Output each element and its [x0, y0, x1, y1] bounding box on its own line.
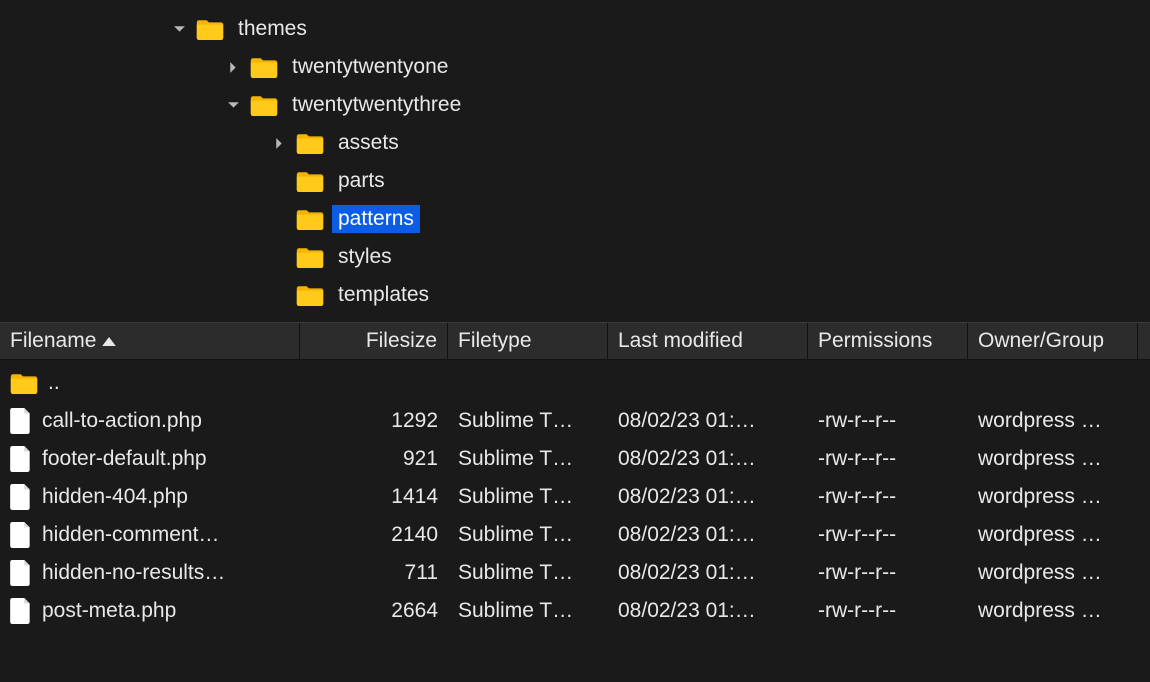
file-icon — [10, 522, 32, 548]
chevron-down-icon[interactable] — [170, 20, 188, 38]
tree-folder[interactable]: styles — [0, 238, 1150, 276]
directory-tree: themes twentytwentyone twentytwentythree a… — [0, 0, 1150, 322]
tree-label: themes — [232, 15, 313, 43]
tree-folder[interactable]: parts — [0, 162, 1150, 200]
folder-icon — [296, 170, 324, 192]
folder-icon — [250, 56, 278, 78]
tree-folder-themes[interactable]: themes — [0, 10, 1150, 48]
file-owner: wordpress … — [968, 409, 1138, 433]
file-owner: wordpress … — [968, 599, 1138, 623]
file-size: 711 — [300, 561, 448, 585]
tree-label: styles — [332, 243, 398, 271]
tree-folder[interactable]: assets — [0, 124, 1150, 162]
file-name: hidden-no-results… — [42, 561, 225, 585]
column-header-filename[interactable]: Filename — [0, 323, 300, 359]
parent-dir-label: .. — [48, 371, 60, 395]
file-owner: wordpress … — [968, 561, 1138, 585]
folder-icon — [296, 284, 324, 306]
tree-label: templates — [332, 281, 435, 309]
column-label: Owner/Group — [978, 329, 1104, 353]
folder-icon — [10, 372, 38, 394]
file-row[interactable]: hidden-no-results… 711Sublime T…08/02/23 … — [0, 554, 1150, 592]
folder-icon — [296, 208, 324, 230]
file-row[interactable]: post-meta.php 2664Sublime T…08/02/23 01:…… — [0, 592, 1150, 630]
tree-label: twentytwentythree — [286, 91, 467, 119]
column-label: Last modified — [618, 329, 743, 353]
file-type: Sublime T… — [448, 447, 608, 471]
tree-folder[interactable]: twentytwentyone — [0, 48, 1150, 86]
file-table-header: Filename Filesize Filetype Last modified… — [0, 322, 1150, 360]
file-permissions: -rw-r--r-- — [808, 409, 968, 433]
file-type: Sublime T… — [448, 485, 608, 509]
column-header-owner-group[interactable]: Owner/Group — [968, 323, 1138, 359]
file-icon — [10, 484, 32, 510]
tree-label: parts — [332, 167, 391, 195]
tree-label: patterns — [332, 205, 420, 233]
chevron-right-icon[interactable] — [224, 58, 242, 76]
file-icon — [10, 408, 32, 434]
file-icon — [10, 560, 32, 586]
file-owner: wordpress … — [968, 447, 1138, 471]
file-modified: 08/02/23 01:… — [608, 409, 808, 433]
file-size: 2664 — [300, 599, 448, 623]
file-permissions: -rw-r--r-- — [808, 485, 968, 509]
tree-folder[interactable]: templates — [0, 276, 1150, 314]
folder-icon — [296, 132, 324, 154]
file-modified: 08/02/23 01:… — [608, 447, 808, 471]
file-type: Sublime T… — [448, 599, 608, 623]
tree-label: twentytwentyone — [286, 53, 454, 81]
parent-directory-row[interactable]: .. — [0, 364, 1150, 402]
file-row[interactable]: call-to-action.php 1292Sublime T…08/02/23… — [0, 402, 1150, 440]
file-name: call-to-action.php — [42, 409, 202, 433]
chevron-down-icon[interactable] — [224, 96, 242, 114]
file-permissions: -rw-r--r-- — [808, 561, 968, 585]
file-name: hidden-comment… — [42, 523, 219, 547]
file-icon — [10, 446, 32, 472]
column-label: Filename — [10, 329, 96, 353]
column-label: Filetype — [458, 329, 532, 353]
sort-ascending-icon — [102, 337, 116, 346]
file-size: 2140 — [300, 523, 448, 547]
file-name: post-meta.php — [42, 599, 176, 623]
tree-folder[interactable]: patterns — [0, 200, 1150, 238]
file-list: .. call-to-action.php1292Sublime T…08/02… — [0, 360, 1150, 630]
file-row[interactable]: footer-default.php 921Sublime T…08/02/23 … — [0, 440, 1150, 478]
file-modified: 08/02/23 01:… — [608, 485, 808, 509]
file-row[interactable]: hidden-404.php 1414Sublime T…08/02/23 01:… — [0, 478, 1150, 516]
file-icon — [10, 598, 32, 624]
file-type: Sublime T… — [448, 409, 608, 433]
column-header-permissions[interactable]: Permissions — [808, 323, 968, 359]
file-type: Sublime T… — [448, 523, 608, 547]
file-size: 921 — [300, 447, 448, 471]
column-label: Permissions — [818, 329, 932, 353]
file-permissions: -rw-r--r-- — [808, 523, 968, 547]
file-permissions: -rw-r--r-- — [808, 447, 968, 471]
column-header-filetype[interactable]: Filetype — [448, 323, 608, 359]
file-modified: 08/02/23 01:… — [608, 523, 808, 547]
column-header-filesize[interactable]: Filesize — [300, 323, 448, 359]
file-modified: 08/02/23 01:… — [608, 599, 808, 623]
file-owner: wordpress … — [968, 523, 1138, 547]
folder-icon — [296, 246, 324, 268]
file-name: footer-default.php — [42, 447, 207, 471]
tree-label: assets — [332, 129, 405, 157]
file-owner: wordpress … — [968, 485, 1138, 509]
file-type: Sublime T… — [448, 561, 608, 585]
file-permissions: -rw-r--r-- — [808, 599, 968, 623]
file-modified: 08/02/23 01:… — [608, 561, 808, 585]
file-row[interactable]: hidden-comment… 2140Sublime T…08/02/23 01… — [0, 516, 1150, 554]
column-header-last-modified[interactable]: Last modified — [608, 323, 808, 359]
file-name: hidden-404.php — [42, 485, 188, 509]
folder-icon — [196, 18, 224, 40]
file-size: 1292 — [300, 409, 448, 433]
folder-icon — [250, 94, 278, 116]
chevron-right-icon[interactable] — [270, 134, 288, 152]
tree-folder[interactable]: twentytwentythree — [0, 86, 1150, 124]
file-size: 1414 — [300, 485, 448, 509]
column-label: Filesize — [366, 329, 437, 353]
